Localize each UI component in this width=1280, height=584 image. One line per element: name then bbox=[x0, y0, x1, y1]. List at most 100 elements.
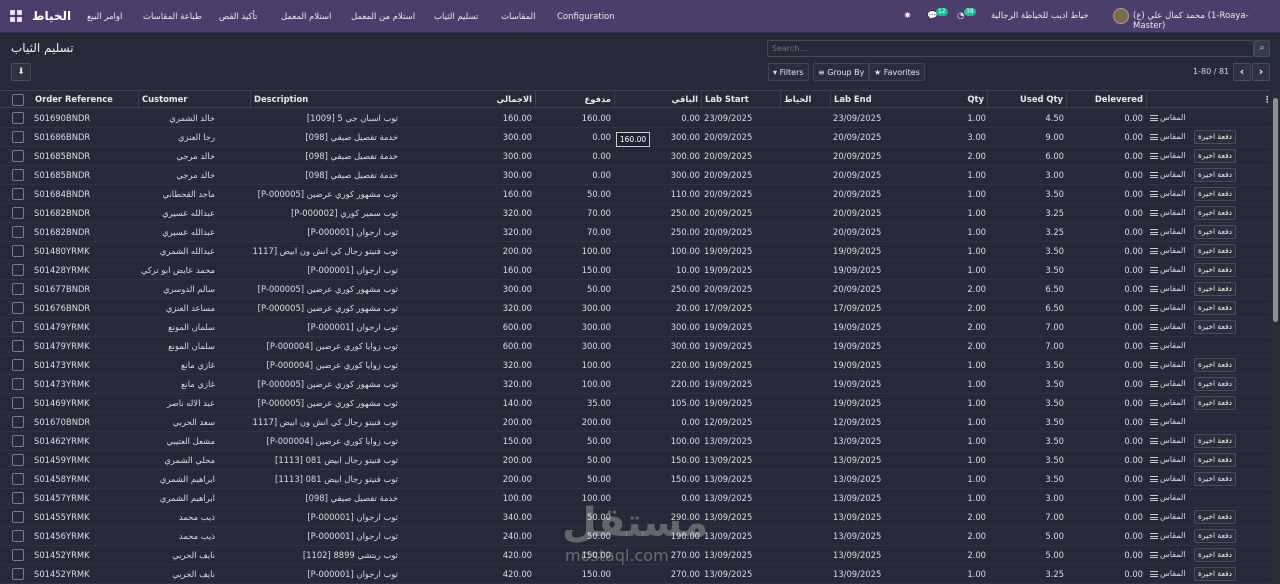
measure-link[interactable]: المقاس bbox=[1150, 299, 1186, 317]
table-row[interactable]: S01473YRMK غازي مانع ثوب مشهور كوري عرضين … bbox=[0, 375, 1270, 394]
measure-link[interactable]: المقاس bbox=[1150, 394, 1186, 412]
apps-icon[interactable] bbox=[10, 10, 22, 22]
row-checkbox[interactable] bbox=[12, 150, 24, 162]
measure-link[interactable]: المقاس bbox=[1150, 356, 1186, 374]
measure-link[interactable]: المقاس bbox=[1150, 109, 1186, 127]
pager-prev-button[interactable]: ‹ bbox=[1233, 63, 1251, 81]
measure-link[interactable]: المقاس bbox=[1150, 451, 1186, 469]
col-used-qty[interactable]: Used Qty bbox=[988, 91, 1067, 107]
final-payment-button[interactable]: دفعة اخيرة bbox=[1194, 301, 1236, 315]
row-checkbox[interactable] bbox=[12, 245, 24, 257]
menu-measurements[interactable]: المقاسات bbox=[501, 12, 535, 22]
row-checkbox[interactable] bbox=[12, 530, 24, 542]
row-checkbox[interactable] bbox=[12, 549, 24, 561]
app-brand[interactable]: الخياط bbox=[32, 9, 71, 23]
avatar[interactable] bbox=[1113, 8, 1129, 24]
final-payment-button[interactable]: دفعة اخيرة bbox=[1194, 396, 1236, 410]
favorites-button[interactable]: ★ Favorites bbox=[869, 63, 925, 81]
measure-link[interactable]: المقاس bbox=[1150, 166, 1186, 184]
final-payment-button[interactable]: دفعة اخيرة bbox=[1194, 168, 1236, 182]
row-checkbox[interactable] bbox=[12, 264, 24, 276]
col-paid[interactable]: مدفوع bbox=[536, 91, 615, 107]
measure-link[interactable]: المقاس bbox=[1150, 337, 1186, 355]
col-remaining[interactable]: الباقي bbox=[615, 91, 702, 107]
col-customer[interactable]: Customer bbox=[139, 91, 251, 107]
final-payment-button[interactable]: دفعة اخيرة bbox=[1194, 149, 1236, 163]
measure-link[interactable]: المقاس bbox=[1150, 508, 1186, 526]
filters-button[interactable]: ▾ Filters bbox=[768, 63, 809, 81]
table-row[interactable]: S01677BNDR سالم الدوسري ثوب مشهور كوري عرض… bbox=[0, 280, 1270, 299]
final-payment-button[interactable]: دفعة اخيرة bbox=[1194, 320, 1236, 334]
measure-link[interactable]: المقاس bbox=[1150, 204, 1186, 222]
table-row[interactable]: S01469YRMK عبد الاله ناصر ثوب مشهور كوري ع… bbox=[0, 394, 1270, 413]
measure-link[interactable]: المقاس bbox=[1150, 318, 1186, 336]
table-row[interactable]: S01479YRMK سلمان المونع ثوب زوايا كوري عرض… bbox=[0, 337, 1270, 356]
measure-link[interactable]: المقاس bbox=[1150, 470, 1186, 488]
row-checkbox[interactable] bbox=[12, 454, 24, 466]
menu-receive-from-lab[interactable]: استلام من المعمل bbox=[351, 12, 415, 22]
measure-link[interactable]: المقاس bbox=[1150, 280, 1186, 298]
final-payment-button[interactable]: دفعة اخيرة bbox=[1194, 377, 1236, 391]
table-row[interactable]: S01684BNDR ماجد القحطاني ثوب مشهور كوري عر… bbox=[0, 185, 1270, 204]
menu-configuration[interactable]: Configuration bbox=[557, 12, 615, 22]
measure-link[interactable]: المقاس bbox=[1150, 261, 1186, 279]
row-checkbox[interactable] bbox=[12, 359, 24, 371]
group-by-button[interactable]: ≡ Group By bbox=[813, 63, 870, 81]
row-checkbox[interactable] bbox=[12, 492, 24, 504]
row-checkbox[interactable] bbox=[12, 302, 24, 314]
table-row[interactable]: S01452YRMK نايف الحربي ثوب ارجوان [P-00000… bbox=[0, 565, 1270, 584]
bug-icon[interactable]: ✸ bbox=[904, 11, 911, 21]
table-row[interactable]: S01473YRMK غازي مانع ثوب زوايا كوري عرضين … bbox=[0, 356, 1270, 375]
measure-link[interactable]: المقاس bbox=[1150, 185, 1186, 203]
measure-link[interactable]: المقاس bbox=[1150, 242, 1186, 260]
row-checkbox[interactable] bbox=[12, 112, 24, 124]
row-checkbox[interactable] bbox=[12, 131, 24, 143]
final-payment-button[interactable]: دفعة اخيرة bbox=[1194, 282, 1236, 296]
row-checkbox[interactable] bbox=[12, 416, 24, 428]
row-checkbox[interactable] bbox=[12, 340, 24, 352]
final-payment-button[interactable]: دفعة اخيرة bbox=[1194, 434, 1236, 448]
col-total[interactable]: الاجمالي bbox=[456, 91, 536, 107]
table-row[interactable]: S01682BNDR عبدالله عسيري ثوب سمير كوري [P-… bbox=[0, 204, 1270, 223]
table-row[interactable]: S01479YRMK سلمان المونع ثوب ارجوان [P-0000… bbox=[0, 318, 1270, 337]
measure-link[interactable]: المقاس bbox=[1150, 147, 1186, 165]
table-row[interactable]: S01676BNDR مساعد العنزي ثوب مشهور كوري عرض… bbox=[0, 299, 1270, 318]
col-lab-start[interactable]: Lab Start bbox=[702, 91, 781, 107]
row-checkbox[interactable] bbox=[12, 568, 24, 580]
final-payment-button[interactable]: دفعة اخيرة bbox=[1194, 263, 1236, 277]
final-payment-button[interactable]: دفعة اخيرة bbox=[1194, 358, 1236, 372]
measure-link[interactable]: المقاس bbox=[1150, 223, 1186, 241]
measure-link[interactable]: المقاس bbox=[1150, 546, 1186, 564]
final-payment-button[interactable]: دفعة اخيرة bbox=[1194, 244, 1236, 258]
select-all-checkbox[interactable] bbox=[12, 94, 24, 106]
final-payment-button[interactable]: دفعة اخيرة bbox=[1194, 225, 1236, 239]
row-checkbox[interactable] bbox=[12, 473, 24, 485]
table-row[interactable]: S01682BNDR عبدالله عسيري ثوب ارجوان [P-000… bbox=[0, 223, 1270, 242]
row-checkbox[interactable] bbox=[12, 321, 24, 333]
final-payment-button[interactable]: دفعة اخيرة bbox=[1194, 453, 1236, 467]
row-checkbox[interactable] bbox=[12, 378, 24, 390]
col-delivered[interactable]: Delevered bbox=[1067, 91, 1147, 107]
optional-columns-icon[interactable]: ⋮ bbox=[1260, 91, 1270, 107]
measure-link[interactable]: المقاس bbox=[1150, 432, 1186, 450]
measure-link[interactable]: المقاس bbox=[1150, 565, 1186, 583]
menu-deliver-garments[interactable]: تسليم الثياب bbox=[434, 12, 478, 22]
row-checkbox[interactable] bbox=[12, 207, 24, 219]
menu-confirm-cut[interactable]: تأكيد القص bbox=[219, 12, 257, 22]
row-checkbox[interactable] bbox=[12, 226, 24, 238]
final-payment-button[interactable]: دفعة اخيرة bbox=[1194, 130, 1236, 144]
table-row[interactable]: S01685BNDR خالد مرجي خدمة تفصيل صيفي [098]… bbox=[0, 166, 1270, 185]
measure-link[interactable]: المقاس bbox=[1150, 527, 1186, 545]
col-qty[interactable]: Qty bbox=[908, 91, 988, 107]
search-icon[interactable]: ⌕ bbox=[1254, 40, 1270, 57]
table-row[interactable]: S01459YRMK محلي الشمري ثوب فنيتو رجال ابيض… bbox=[0, 451, 1270, 470]
download-icon[interactable]: ⬇ bbox=[11, 63, 31, 81]
company-switcher[interactable]: خياط اديب للخياطة الرجالية bbox=[991, 11, 1089, 21]
final-payment-button[interactable]: دفعة اخيرة bbox=[1194, 187, 1236, 201]
table-row[interactable]: S01670BNDR سعد الحربي ثوب فنيتو رجال كي ان… bbox=[0, 413, 1270, 432]
table-row[interactable]: S01458YRMK ابراهيم الشمري ثوب فنيتو رجال ا… bbox=[0, 470, 1270, 489]
menu-lab-receive[interactable]: استلام المعمل bbox=[281, 12, 331, 22]
measure-link[interactable]: المقاس bbox=[1150, 128, 1186, 146]
scrollbar[interactable] bbox=[1271, 90, 1280, 584]
menu-sales-orders[interactable]: اوامر البيع bbox=[87, 12, 122, 22]
